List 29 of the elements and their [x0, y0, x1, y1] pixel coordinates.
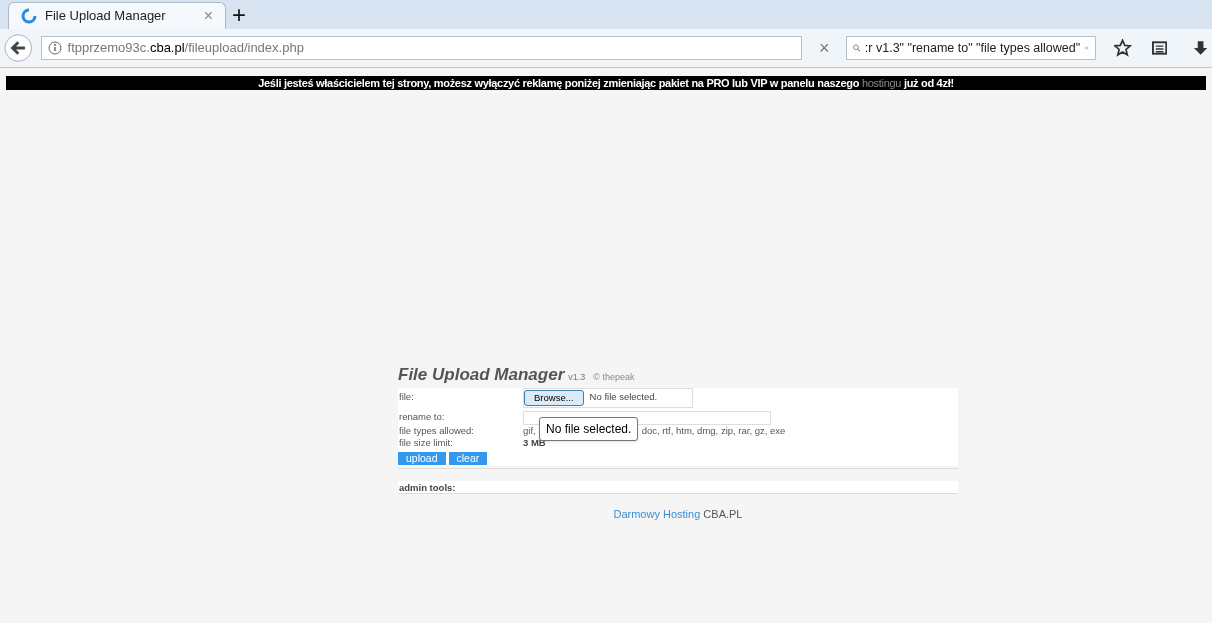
clear-button[interactable]: × [809, 34, 839, 62]
download-icon[interactable] [1192, 40, 1208, 56]
field-value: gif, [523, 424, 536, 439]
new-tab-button[interactable]: + [232, 3, 246, 27]
field-value: doc, rtf, htm, dmg, zip, rar, gz, exe [641, 424, 786, 439]
search-field[interactable]: :r v1.3" "rename to" "file types allowed" [846, 36, 1097, 60]
browse-button[interactable]: Browse... [524, 389, 584, 406]
field-label: rename to: [398, 410, 446, 425]
footer-text: CBA.PL [703, 507, 743, 520]
version-text: v1.3 [568, 371, 586, 384]
field-label: file size limit: [398, 436, 454, 451]
field-label: file types allowed: [398, 424, 475, 439]
tooltip: No file selected. [539, 416, 639, 441]
reading-list-icon[interactable] [1151, 40, 1167, 56]
file-status: No file selected. [589, 390, 658, 405]
file-input[interactable]: Browse... No file selected. [523, 387, 693, 408]
app-title: File Upload Manager [398, 364, 565, 386]
star-icon[interactable] [1114, 39, 1132, 57]
credit-text: © thepeak [593, 371, 635, 384]
tab-title: File Upload Manager [45, 7, 167, 26]
address-bar[interactable]: ftpprzemo93c.cba.pl/fileupload/index.php [40, 36, 802, 60]
info-icon [47, 41, 62, 55]
admin-tools-heading: admin tools: [399, 480, 457, 494]
url-text: ftpprzemo93c.cba.pl/fileupload/index.php [67, 39, 304, 58]
ad-banner: Jeśli jesteś właścicielem tej strony, możesz wyłączyć reklamę poniżej zmieniając pakiet na PRO lub VIP w panelu naszego hostingu już od 4zł! [6, 76, 1206, 90]
back-icon[interactable] [4, 33, 33, 63]
field-label: file: [398, 390, 415, 405]
browser-tab[interactable]: File Upload Manager × [8, 2, 226, 29]
loading-icon [21, 8, 37, 24]
